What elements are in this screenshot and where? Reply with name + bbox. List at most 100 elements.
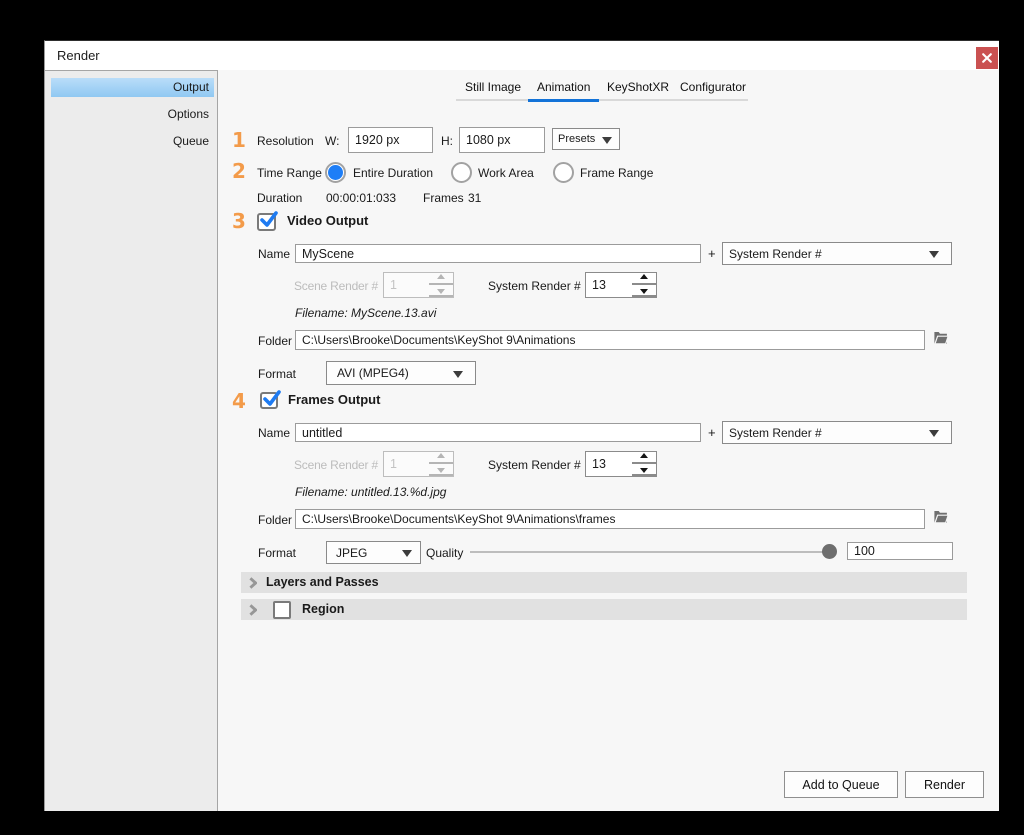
frames-suffix-value: System Render #	[729, 426, 822, 440]
video-plus: +	[708, 246, 716, 261]
spin-up-icon	[640, 453, 648, 458]
video-folder-browse-button[interactable]	[934, 331, 950, 346]
entire-duration-label: Entire Duration	[353, 166, 433, 180]
spin-down-icon	[437, 468, 445, 473]
frames-filename: Filename: untitled.13.%d.jpg	[295, 485, 446, 499]
layers-and-passes-section[interactable]: Layers and Passes	[241, 572, 967, 593]
chevron-right-icon	[249, 577, 257, 589]
video-format-dropdown-arrow-icon	[453, 371, 463, 378]
spin-buttons[interactable]	[632, 273, 656, 297]
radio-dot	[328, 165, 343, 180]
frames-output-checkbox[interactable]	[260, 392, 278, 409]
frames-suffix-dropdown-arrow-icon	[929, 430, 939, 437]
frames-output-title: Frames Output	[288, 392, 380, 407]
render-dialog: Render Output Options Queue Still Image …	[44, 40, 999, 811]
video-system-render-value: 13	[592, 273, 606, 297]
folder-icon	[934, 510, 949, 524]
height-input[interactable]: 1080 px	[459, 127, 545, 153]
spin-up-icon	[437, 453, 445, 458]
width-label: W:	[325, 134, 339, 148]
duration-value: 00:00:01:033	[326, 191, 396, 205]
radio-entire-duration[interactable]	[325, 162, 346, 183]
presets-label: Presets	[558, 133, 595, 145]
spin-down-button[interactable]	[632, 285, 656, 297]
region-title: Region	[302, 599, 344, 620]
video-format-value: AVI (MPEG4)	[337, 366, 409, 380]
frames-name-input[interactable]: untitled	[295, 423, 701, 442]
frames-label: Frames	[423, 191, 464, 205]
spin-down-button[interactable]	[632, 464, 656, 476]
sidebar-item-output[interactable]: Output	[51, 78, 214, 97]
frames-system-render-value: 13	[592, 452, 606, 476]
radio-frame-range[interactable]	[553, 162, 574, 183]
region-checkbox[interactable]	[273, 601, 291, 619]
frames-folder-browse-button[interactable]	[934, 510, 950, 525]
render-button[interactable]: Render	[905, 771, 984, 798]
step-number-4: 4	[230, 393, 248, 409]
presets-dropdown[interactable]: Presets	[552, 128, 620, 150]
video-suffix-dropdown[interactable]: System Render #	[722, 242, 952, 265]
tab-animation[interactable]: Animation	[528, 77, 599, 101]
video-system-render-label: System Render #	[488, 279, 581, 293]
video-name-label: Name	[258, 247, 290, 261]
frames-scene-render-spinbox[interactable]: 1	[383, 451, 454, 477]
video-system-render-spinbox[interactable]: 13	[585, 272, 657, 298]
video-folder-input[interactable]: C:\Users\Brooke\Documents\KeyShot 9\Anim…	[295, 330, 925, 350]
checkmark-icon	[258, 209, 280, 231]
spin-buttons[interactable]	[632, 452, 656, 476]
layers-and-passes-title: Layers and Passes	[266, 572, 379, 593]
video-name-input[interactable]: MyScene	[295, 244, 701, 263]
spin-up-icon	[640, 274, 648, 279]
video-format-dropdown[interactable]: AVI (MPEG4)	[326, 361, 476, 385]
frames-system-render-spinbox[interactable]: 13	[585, 451, 657, 477]
tab-keyshotxr[interactable]: KeyShotXR	[598, 77, 678, 101]
frames-name-label: Name	[258, 426, 290, 440]
video-filename: Filename: MyScene.13.avi	[295, 306, 436, 320]
quality-slider-track[interactable]	[470, 551, 830, 553]
spin-down-button[interactable]	[429, 464, 453, 476]
work-area-label: Work Area	[478, 166, 534, 180]
frames-folder-label: Folder	[258, 513, 292, 527]
spin-up-button[interactable]	[429, 273, 453, 285]
spin-up-button[interactable]	[632, 452, 656, 464]
spin-buttons[interactable]	[429, 273, 453, 297]
quality-input[interactable]: 100	[847, 542, 953, 560]
video-suffix-dropdown-arrow-icon	[929, 251, 939, 258]
sidebar-item-options[interactable]: Options	[51, 105, 214, 124]
video-scene-render-label: Scene Render #	[294, 279, 378, 293]
sidebar-item-queue[interactable]: Queue	[51, 132, 214, 151]
tab-still-image[interactable]: Still Image	[456, 77, 530, 101]
video-suffix-value: System Render #	[729, 247, 822, 261]
frames-suffix-dropdown[interactable]: System Render #	[722, 421, 952, 444]
spin-down-button[interactable]	[429, 285, 453, 297]
video-folder-label: Folder	[258, 334, 292, 348]
quality-slider-knob[interactable]	[822, 544, 837, 559]
title-bar: Render	[45, 41, 999, 70]
step-number-3: 3	[230, 213, 248, 229]
add-to-queue-button[interactable]: Add to Queue	[784, 771, 898, 798]
frames-folder-input[interactable]: C:\Users\Brooke\Documents\KeyShot 9\Anim…	[295, 509, 925, 529]
video-output-title: Video Output	[287, 213, 368, 228]
width-input[interactable]: 1920 px	[348, 127, 433, 153]
frames-format-dropdown[interactable]: JPEG	[326, 541, 421, 564]
frames-format-label: Format	[258, 546, 296, 560]
video-format-label: Format	[258, 367, 296, 381]
close-button[interactable]	[976, 47, 998, 69]
tab-bar: Still Image Animation KeyShotXR Configur…	[456, 77, 748, 101]
spin-up-icon	[437, 274, 445, 279]
tab-configurator[interactable]: Configurator	[671, 77, 755, 101]
duration-label: Duration	[257, 191, 302, 205]
sidebar: Output Options Queue	[45, 70, 218, 811]
resolution-label: Resolution	[257, 134, 314, 148]
video-scene-render-value: 1	[390, 273, 397, 297]
video-output-checkbox[interactable]	[257, 213, 276, 231]
frame-range-label: Frame Range	[580, 166, 653, 180]
video-scene-render-spinbox[interactable]: 1	[383, 272, 454, 298]
step-number-2: 2	[230, 163, 248, 179]
spin-up-button[interactable]	[632, 273, 656, 285]
region-section[interactable]: Region	[241, 599, 967, 620]
radio-work-area[interactable]	[451, 162, 472, 183]
spin-up-button[interactable]	[429, 452, 453, 464]
frames-scene-render-value: 1	[390, 452, 397, 476]
spin-buttons[interactable]	[429, 452, 453, 476]
